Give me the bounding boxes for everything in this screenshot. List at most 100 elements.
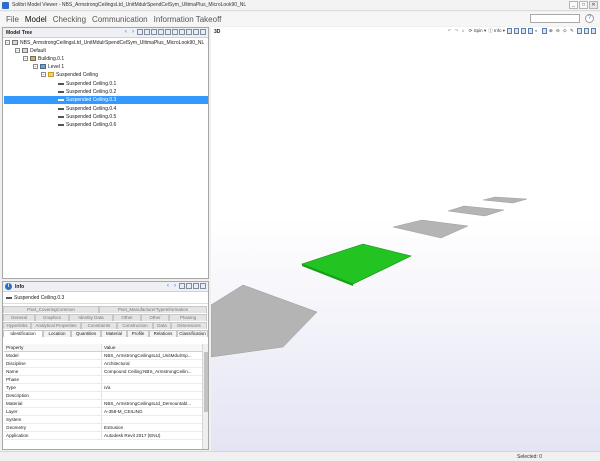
tree-node-ceiling-3[interactable]: Suspended Ceiling.0.3 (4, 96, 208, 104)
help-icon[interactable]: ? (585, 14, 594, 23)
maximize-panel-icon[interactable] (193, 29, 199, 35)
tree-node-model[interactable]: − NBS_ArmstrongCeilingsLtd_UnitMdulrSpend… (5, 39, 204, 47)
menu-communication[interactable]: Communication (92, 15, 148, 24)
filter-icon[interactable] (137, 29, 143, 35)
tree-node-ceiling-4[interactable]: Suspended Ceiling.0.4 (58, 105, 203, 113)
scrollbar-thumb[interactable] (204, 352, 208, 412)
tab-quantities[interactable]: Quantities (71, 330, 101, 337)
tab-material[interactable]: Material (101, 330, 127, 337)
selection-status: Selected: 0 (517, 454, 543, 460)
close-panel-icon[interactable] (200, 29, 206, 35)
table-row[interactable]: Geometry Extrusion (4, 424, 202, 432)
close-panel-icon[interactable] (200, 283, 206, 289)
ceiling-icon (58, 115, 64, 118)
tab-identity-data[interactable]: Identity Data (69, 314, 113, 321)
table-row[interactable]: Type n/a (4, 384, 202, 392)
menu-file[interactable]: File (6, 15, 19, 24)
back-arrow-icon[interactable]: ‹ (123, 29, 129, 35)
tab-constraints[interactable]: Constraints (81, 322, 117, 329)
tab-general[interactable]: General (3, 314, 35, 321)
list-icon[interactable] (165, 29, 171, 35)
tree-node-ceiling-6[interactable]: Suspended Ceiling.0.6 (58, 121, 203, 129)
collapse-icon[interactable]: − (15, 48, 20, 54)
collapse-all-icon[interactable] (151, 29, 157, 35)
refresh-icon[interactable] (179, 283, 185, 289)
restore-panel-icon[interactable] (186, 283, 192, 289)
table-row[interactable]: Layer A-358-M_CEILING (4, 408, 202, 416)
collapse-icon[interactable]: − (41, 72, 46, 78)
3d-view[interactable]: 3D ↶ ↷ ⌂ ⟳ Spin ▾ ⓘ Info ▾ ◐ ⊕ ⊖ ⊙ ✎ (211, 27, 600, 451)
tab-pset-coveringcommon[interactable]: Pset_CoveringCommon (3, 306, 99, 313)
close-button[interactable]: ✕ (589, 1, 598, 9)
minimize-button[interactable]: _ (569, 1, 578, 9)
forward-arrow-icon[interactable]: › (172, 283, 178, 289)
tab-classification[interactable]: Classification (177, 330, 208, 337)
tree-node-label: Suspended Ceiling.0.5 (66, 114, 117, 120)
table-row[interactable]: Description (4, 392, 202, 400)
tree-node-label: Suspended Ceiling.0.4 (66, 106, 117, 112)
menu-information-takeoff[interactable]: Information Takeoff (154, 15, 222, 24)
property-name: Layer (4, 408, 102, 415)
expand-all-icon[interactable] (144, 29, 150, 35)
property-value: NBS_ArmstrongCeilingsLtd_UnitMdulrSp... (104, 353, 192, 358)
tab-hyperlinks[interactable]: Hyperlinks (3, 322, 31, 329)
tree-node-level[interactable]: − Level 1 (33, 63, 64, 71)
tab-phasing[interactable]: Phasing (169, 314, 207, 321)
settings-icon[interactable] (172, 29, 178, 35)
3d-scene[interactable] (211, 27, 600, 451)
ceiling-panel-4[interactable] (392, 219, 469, 239)
collapse-icon[interactable]: − (5, 40, 10, 46)
hierarchy-icon[interactable] (158, 29, 164, 35)
table-row[interactable]: Application Autodesk Revit 2017 (ENU) (4, 432, 202, 440)
ceiling-panel-6[interactable] (482, 196, 528, 204)
property-tabs: Pset_CoveringCommon Pset_ManufacturerTyp… (3, 305, 208, 349)
property-scrollbar[interactable] (202, 344, 208, 449)
ceiling-panel-1[interactable] (211, 284, 318, 358)
maximize-panel-icon[interactable] (193, 283, 199, 289)
tree-node-building[interactable]: − Building.0.1 (23, 55, 64, 63)
back-arrow-icon[interactable]: ‹ (165, 283, 171, 289)
tab-construction[interactable]: Construction (117, 322, 153, 329)
tree-node-ceiling-5[interactable]: Suspended Ceiling.0.5 (58, 113, 203, 121)
menu-checking[interactable]: Checking (53, 15, 86, 24)
tab-location[interactable]: Location (43, 330, 71, 337)
tab-other-2[interactable]: Other (141, 314, 169, 321)
table-row[interactable]: Phase (4, 376, 202, 384)
tab-relations[interactable]: Relations (149, 330, 177, 337)
table-header: Property Value (4, 344, 202, 352)
property-name: Type (4, 384, 102, 391)
tab-identification[interactable]: Identification (3, 330, 43, 337)
tree-node-ceiling-2[interactable]: Suspended Ceiling.0.2 (58, 88, 203, 96)
maximize-button[interactable]: □ (579, 1, 588, 9)
tab-data[interactable]: Data (153, 322, 171, 329)
tab-analytical-properties[interactable]: Analytical Properties (31, 322, 81, 329)
menu-model[interactable]: Model (25, 15, 47, 24)
collapse-icon[interactable]: − (23, 56, 28, 62)
title-bar: Solibri Model Viewer - NBS_ArmstrongCeil… (0, 0, 600, 11)
table-row[interactable]: Discipline Architectural (4, 360, 202, 368)
forward-arrow-icon[interactable]: › (130, 29, 136, 35)
tab-other-1[interactable]: Other (113, 314, 141, 321)
tree-node-ceiling-1[interactable]: Suspended Ceiling.0.1 (58, 80, 203, 88)
ceiling-panel-5[interactable] (447, 205, 505, 217)
ceiling-panel-selected[interactable] (301, 243, 412, 285)
tree-node-suspended-ceiling[interactable]: − Suspended Ceiling (41, 71, 98, 79)
search-input[interactable] (530, 14, 580, 23)
tree-node-label: Suspended Ceiling.0.6 (66, 122, 117, 128)
tab-profile[interactable]: Profile (127, 330, 149, 337)
folder-icon (48, 72, 54, 78)
tab-dimensions[interactable]: Dimensions (171, 322, 207, 329)
column-header-value[interactable]: Value (102, 344, 202, 351)
column-header-property[interactable]: Property (4, 344, 102, 351)
tab-graphics[interactable]: Graphics (35, 314, 69, 321)
table-row[interactable]: Material NBS_ArmstrongCeilingsLtd_Demount… (4, 400, 202, 408)
grid-icon[interactable] (179, 29, 185, 35)
table-row[interactable]: System (4, 416, 202, 424)
status-bar: Selected: 0 (0, 451, 600, 461)
table-row[interactable]: Name Compound Ceiling:NBS_ArmstrongCeilin… (4, 368, 202, 376)
tab-pset-manufacturer[interactable]: Pset_ManufacturerTypeInformation (99, 306, 207, 313)
tree-node-default[interactable]: − Default (15, 47, 46, 55)
restore-panel-icon[interactable] (186, 29, 192, 35)
table-row[interactable]: Model NBS_ArmstrongCeilingsLtd_UnitMdulrS… (4, 352, 202, 360)
collapse-icon[interactable]: − (33, 64, 38, 70)
